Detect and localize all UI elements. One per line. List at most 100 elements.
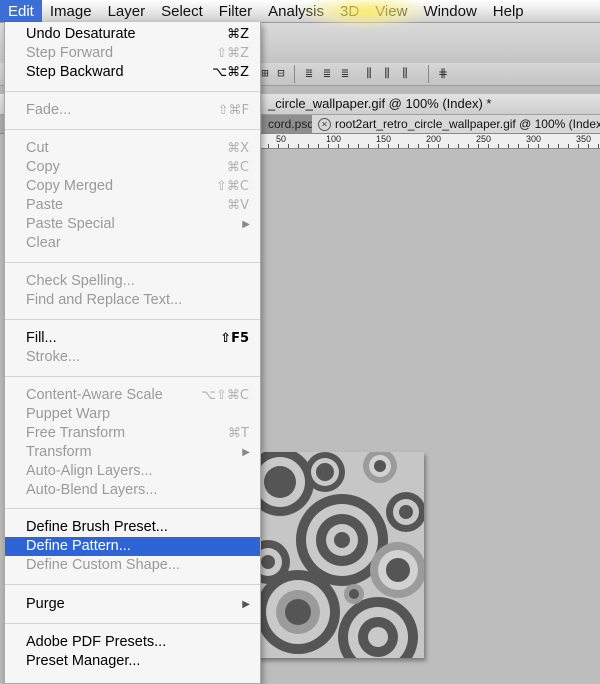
menu-item-stroke[interactable]: Stroke...	[5, 348, 260, 367]
menu-separator	[5, 129, 260, 130]
menu-select[interactable]: Select	[153, 0, 211, 22]
distribute-right-icon[interactable]: ⫼	[398, 66, 412, 81]
menu-item-adobe-pdf-presets[interactable]: Adobe PDF Presets...	[5, 633, 260, 652]
menu-item-define-pattern[interactable]: Define Pattern...	[5, 537, 260, 556]
menu-label: Layer	[107, 2, 146, 20]
menu-item-label: Fill...	[26, 330, 57, 346]
menu-item-label: Auto-Blend Layers...	[26, 482, 158, 498]
ruler-tick	[388, 144, 389, 148]
menu-item-free-transform[interactable]: Free Transform ⌘T	[5, 424, 260, 443]
distribute-left-icon[interactable]: ⫼	[362, 66, 376, 81]
ruler-tick	[438, 144, 439, 148]
ruler-tick	[398, 144, 399, 148]
menu-view[interactable]: View	[367, 0, 415, 22]
menu-item-label: Step Forward	[26, 45, 114, 61]
menu-item-transform[interactable]: Transform ▶	[5, 443, 260, 462]
menu-item-paste-special[interactable]: Paste Special ▶	[5, 215, 260, 234]
menu-item-shortcut: ⌘X	[227, 141, 249, 156]
menu-item-auto-align-layers[interactable]: Auto-Align Layers...	[5, 462, 260, 481]
menu-item-define-custom-shape[interactable]: Define Custom Shape...	[5, 556, 260, 575]
menu-item-label: Paste	[26, 197, 64, 213]
menu-separator	[5, 508, 260, 509]
menu-item-auto-blend-layers[interactable]: Auto-Blend Layers...	[5, 481, 260, 500]
menu-separator	[5, 623, 260, 624]
menu-separator	[5, 91, 260, 92]
ruler-tick	[328, 144, 329, 148]
menu-item-label: Puppet Warp	[26, 406, 111, 422]
menu-item-undo-desaturate[interactable]: Undo Desaturate ⌘Z	[5, 25, 260, 44]
circle-motif	[370, 542, 424, 598]
menu-filter[interactable]: Filter	[211, 0, 260, 22]
menu-item-purge[interactable]: Purge ▶	[5, 595, 260, 614]
menu-item-define-brush-preset[interactable]: Define Brush Preset...	[5, 518, 260, 537]
menu-item-label: Free Transform	[26, 425, 126, 441]
distribute-vcenter-icon[interactable]: ≣	[320, 66, 334, 81]
toolbar-separator	[294, 65, 295, 83]
menu-layer[interactable]: Layer	[100, 0, 154, 22]
menu-item-label: Copy	[26, 159, 60, 175]
horizontal-ruler: 50 100 150 200 250 300 350	[258, 134, 600, 149]
tab-label: root2art_retro_circle_wallpaper.gif @ 10…	[335, 117, 600, 131]
menu-item-preset-manager[interactable]: Preset Manager...	[5, 652, 260, 671]
menu-item-clear[interactable]: Clear	[5, 234, 260, 253]
ruler-tick	[588, 144, 589, 148]
distribute-top-icon[interactable]: ≣	[302, 66, 316, 81]
menu-item-puppet-warp[interactable]: Puppet Warp	[5, 405, 260, 424]
submenu-arrow-icon: ▶	[242, 599, 250, 610]
menubar: Edit Image Layer Select Filter Analysis …	[0, 0, 600, 28]
menu-item-copy-merged[interactable]: Copy Merged ⇧⌘C	[5, 177, 260, 196]
ruler-tick	[578, 144, 579, 148]
menu-item-shortcut: ⌘Z	[227, 27, 249, 42]
toolbar-separator	[428, 65, 429, 83]
menu-item-copy[interactable]: Copy ⌘C	[5, 158, 260, 177]
circle-motif	[258, 570, 340, 654]
menu-item-content-aware-scale[interactable]: Content-Aware Scale ⌥⇧⌘C	[5, 386, 260, 405]
menu-label: View	[375, 2, 408, 20]
menu-item-label: Undo Desaturate	[26, 26, 136, 42]
menu-item-shortcut: ⌘V	[227, 198, 249, 213]
menu-item-step-backward[interactable]: Step Backward ⌥⌘Z	[5, 63, 260, 82]
align-icon[interactable]: ⊟	[274, 66, 288, 81]
document-title-text: _circle_wallpaper.gif @ 100% (Index) *	[268, 96, 492, 111]
menu-item-cut[interactable]: Cut ⌘X	[5, 139, 260, 158]
ruler-label: 200	[426, 134, 442, 144]
menu-edit[interactable]: Edit	[0, 0, 42, 22]
menu-window[interactable]: Window	[415, 0, 484, 22]
ruler-label: 50	[276, 134, 287, 144]
distribute-hcenter-icon[interactable]: ⫼	[380, 66, 394, 81]
ruler-tick	[318, 144, 319, 148]
close-icon[interactable]: ✕	[318, 118, 331, 132]
menu-label: Edit	[8, 2, 34, 20]
menu-item-check-spelling[interactable]: Check Spelling...	[5, 272, 260, 291]
menu-3d[interactable]: 3D	[332, 0, 367, 22]
menu-item-shortcut: ⇧⌘F	[217, 103, 249, 118]
menu-label: Help	[492, 2, 524, 20]
menu-item-paste[interactable]: Paste ⌘V	[5, 196, 260, 215]
menu-separator	[5, 319, 260, 320]
submenu-arrow-icon: ▶	[242, 219, 250, 230]
ruler-tick	[358, 144, 359, 148]
menu-item-fade[interactable]: Fade... ⇧⌘F	[5, 101, 260, 120]
ruler-tick	[368, 144, 369, 148]
distribute-bottom-icon[interactable]: ≣	[338, 66, 352, 81]
menu-item-fill[interactable]: Fill... ⇧F5	[5, 329, 260, 348]
menu-item-label: Define Pattern...	[26, 538, 131, 554]
ruler-tick	[278, 144, 279, 148]
ruler-tick	[528, 144, 529, 148]
ruler-tick	[548, 144, 549, 148]
ruler-tick	[418, 144, 419, 148]
auto-align-icon[interactable]: ⋕	[436, 66, 450, 81]
menu-item-find-replace-text[interactable]: Find and Replace Text...	[5, 291, 260, 310]
submenu-arrow-icon: ▶	[242, 447, 250, 458]
menu-label: 3D	[340, 2, 360, 20]
menu-image[interactable]: Image	[42, 0, 100, 22]
menu-item-shortcut: ⇧⌘C	[216, 179, 249, 194]
ruler-tick	[288, 144, 289, 148]
menu-label: Analysis	[268, 2, 324, 20]
tab-retro-circle-wallpaper[interactable]: ✕ root2art_retro_circle_wallpaper.gif @ 1…	[312, 115, 600, 133]
circle-motif	[305, 452, 345, 492]
ruler-tick	[558, 144, 559, 148]
menu-analysis[interactable]: Analysis	[260, 0, 332, 22]
menu-item-step-forward[interactable]: Step Forward ⇧⌘Z	[5, 44, 260, 63]
menu-help[interactable]: Help	[485, 0, 532, 22]
